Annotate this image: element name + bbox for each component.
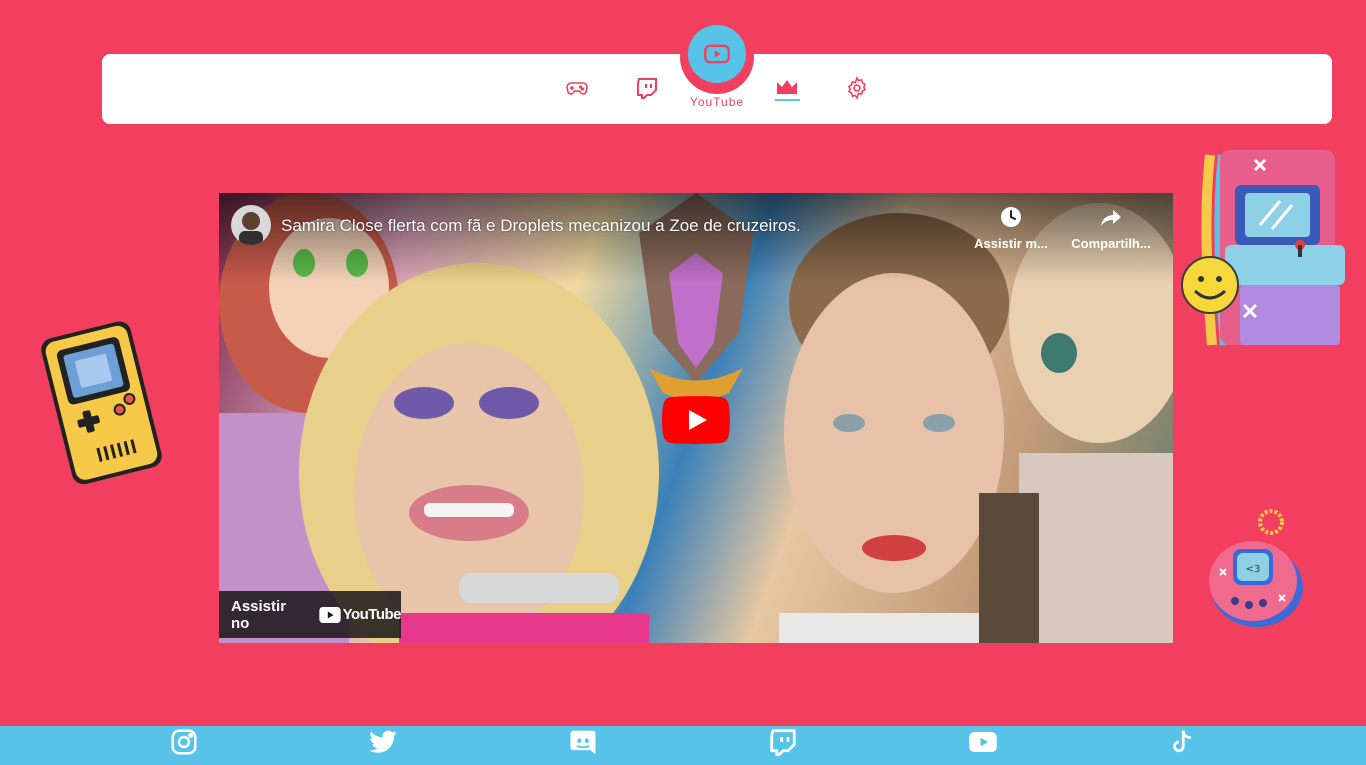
play-button[interactable] [662, 396, 730, 444]
crown-underline [775, 99, 800, 101]
share-button[interactable]: Compartilh... [1066, 205, 1156, 253]
tiktok-icon [1173, 730, 1191, 753]
twitch-icon [637, 78, 657, 99]
footer-social-bar [0, 726, 1366, 765]
watch-on-youtube-button[interactable]: Assistir no YouTube [219, 591, 402, 638]
youtube-logo: YouTube [318, 606, 402, 623]
clock-icon [1001, 207, 1021, 227]
share-icon [1101, 210, 1121, 226]
youtube-icon [969, 732, 997, 752]
youtube-icon [704, 44, 730, 64]
gear-icon [847, 76, 867, 100]
avatar-image [231, 205, 271, 245]
discord-icon [570, 730, 596, 755]
tamagotchi-sticker: <3 [1209, 509, 1303, 627]
crown-icon [777, 80, 797, 94]
nav-youtube-active[interactable] [688, 25, 746, 83]
twitch-icon [770, 729, 796, 756]
nav-games[interactable] [562, 73, 592, 103]
watch-later-label: Assistir m... [974, 236, 1048, 251]
nav-active-label: YouTube [689, 95, 745, 109]
gameboy-sticker [41, 321, 162, 485]
watch-on-label: Assistir no [231, 597, 287, 632]
instagram-link[interactable] [168, 726, 200, 758]
youtube-link[interactable] [967, 726, 999, 758]
youtube-wordmark: YouTube [342, 606, 402, 623]
youtube-logo-icon [318, 606, 341, 623]
share-label: Compartilh... [1071, 236, 1151, 251]
arcade-cabinet-sticker [1181, 150, 1345, 346]
svg-text:<3: <3 [1246, 564, 1261, 575]
nav-settings[interactable] [842, 73, 872, 103]
watch-later-button[interactable]: Assistir m... [966, 205, 1056, 253]
nav-twitch[interactable] [632, 73, 662, 103]
video-title[interactable]: Samira Close flerta com fã e Droplets me… [281, 216, 801, 236]
gamepad-icon [566, 82, 588, 95]
tiktok-link[interactable] [1166, 726, 1198, 758]
instagram-icon [171, 729, 197, 755]
twitch-link[interactable] [767, 726, 799, 758]
discord-link[interactable] [567, 726, 599, 758]
youtube-embed-player[interactable]: Samira Close flerta com fã e Droplets me… [219, 193, 1173, 643]
twitter-icon [369, 730, 397, 753]
twitter-link[interactable] [367, 726, 399, 758]
channel-avatar[interactable] [231, 205, 271, 245]
